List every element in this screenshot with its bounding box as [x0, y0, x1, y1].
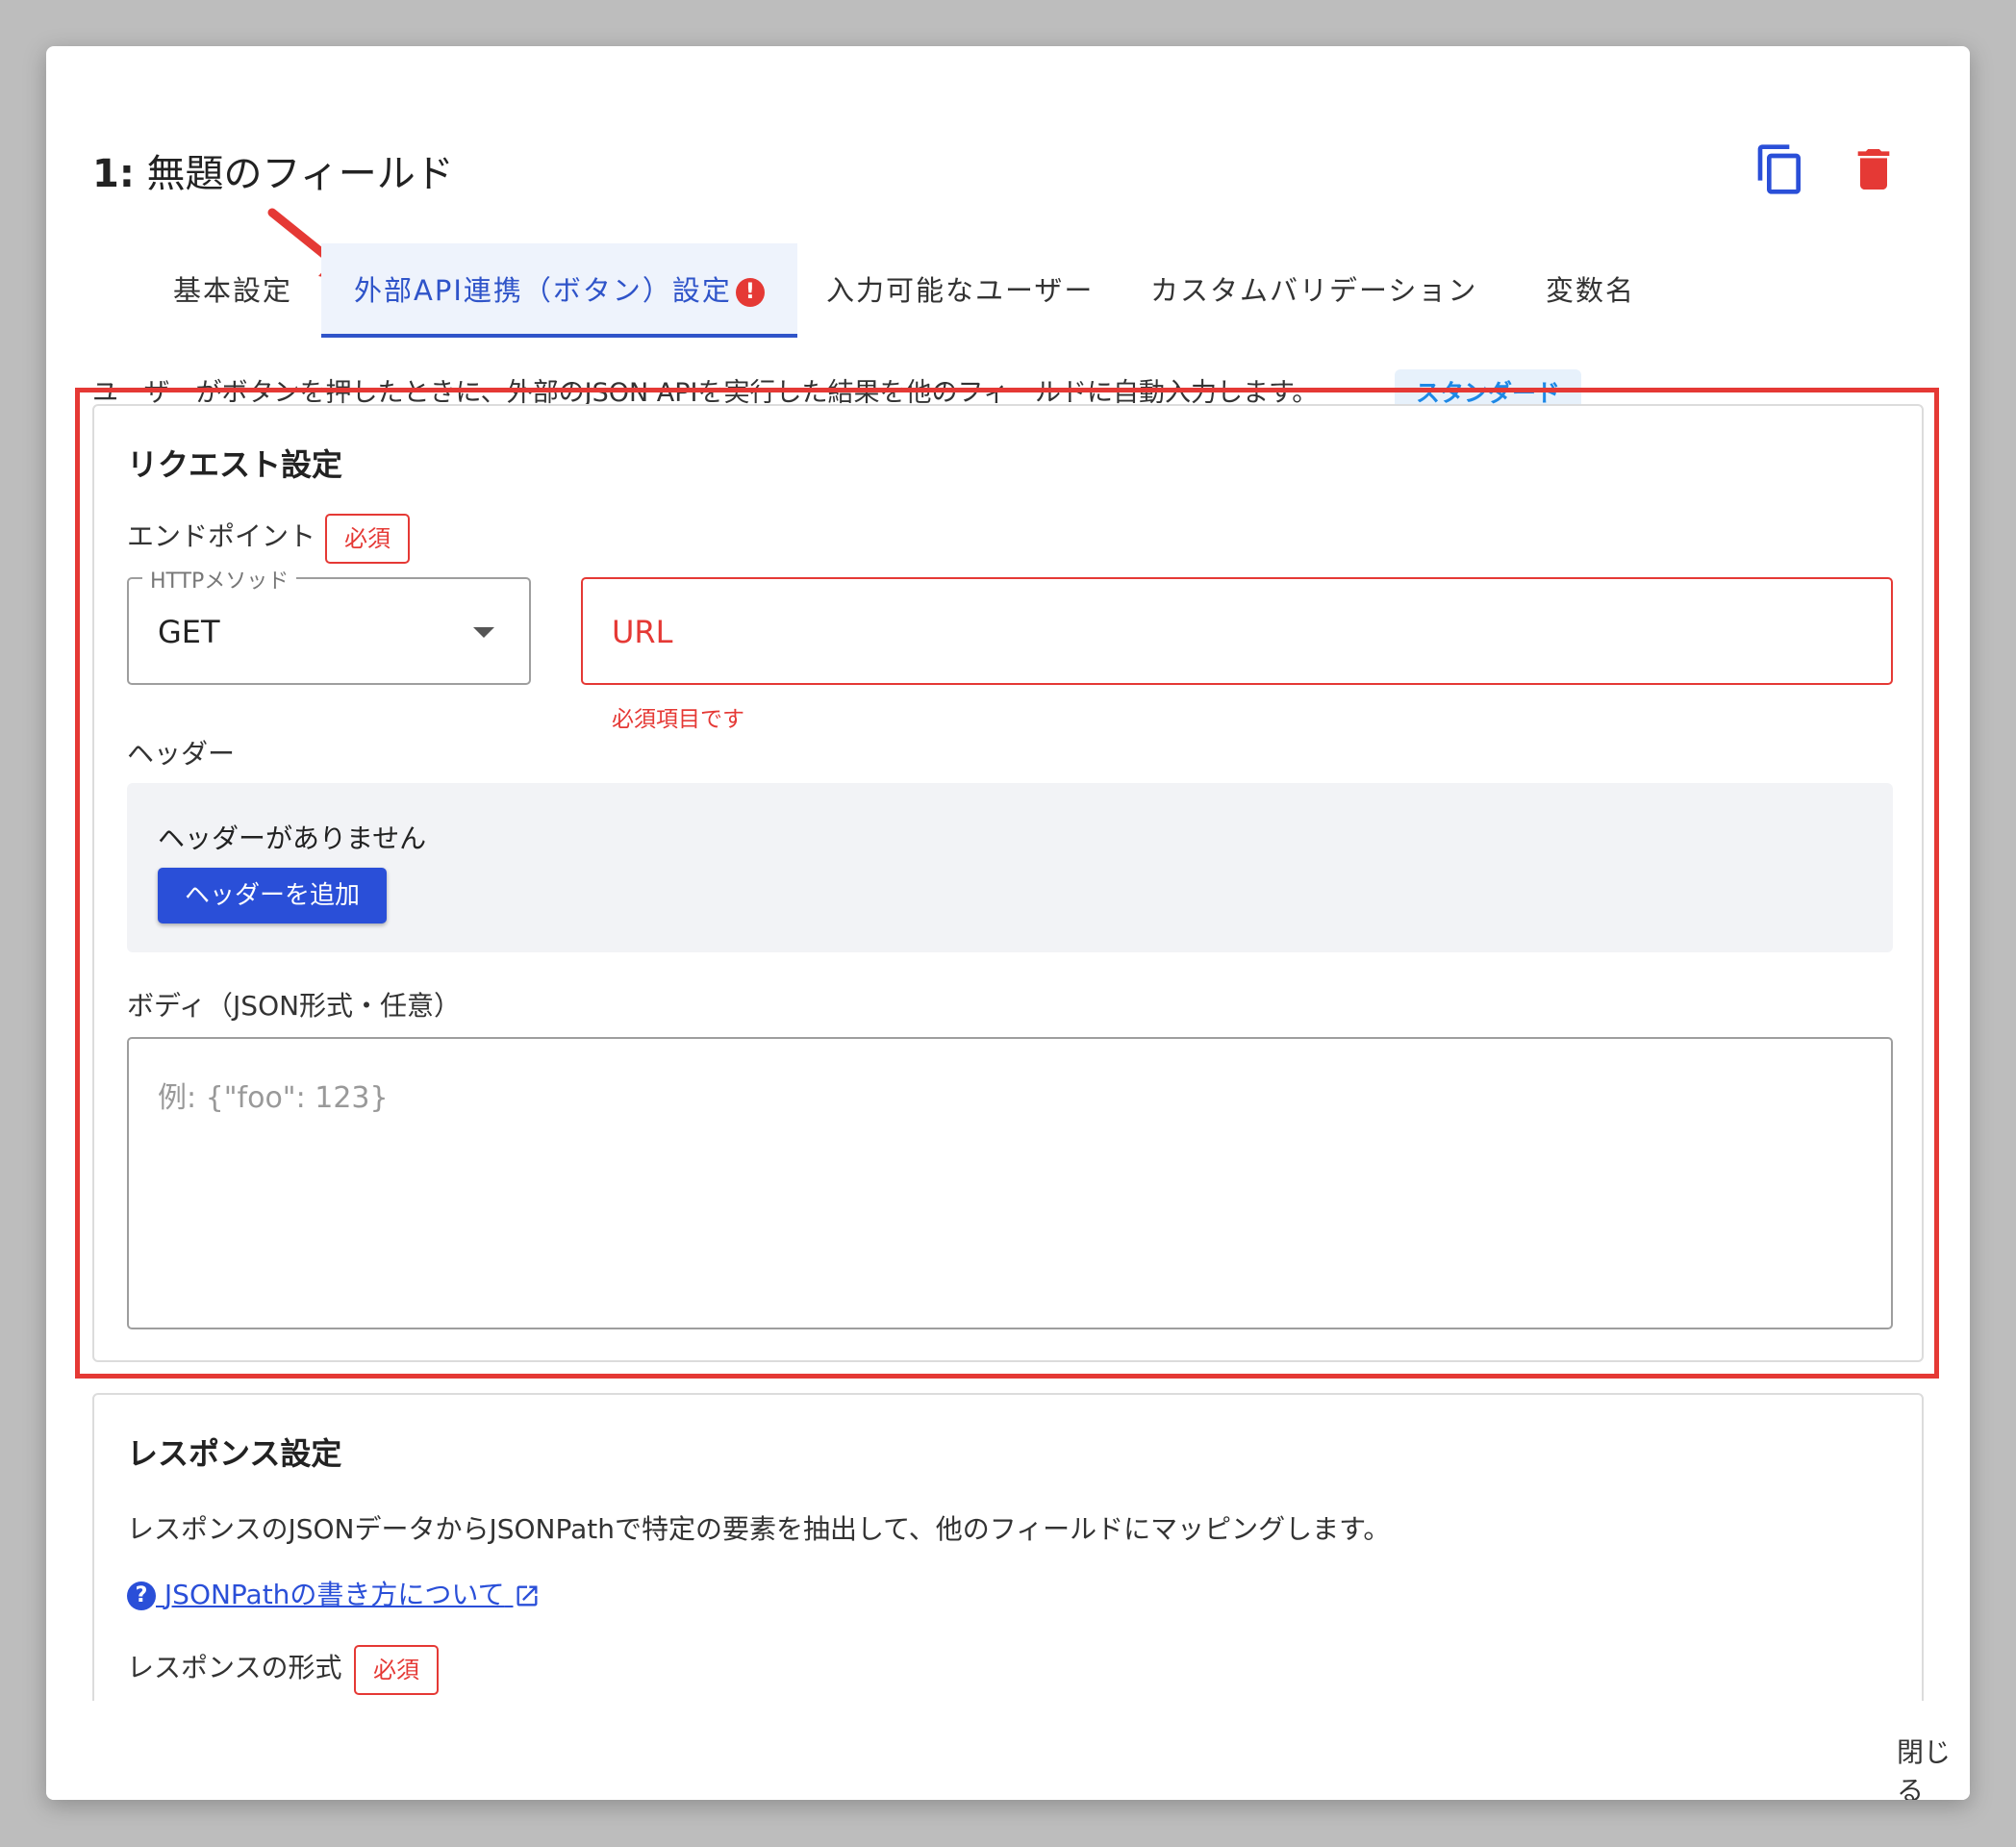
tab-label: 外部API連携（ボタン）設定: [354, 274, 732, 307]
chevron-down-icon: [473, 627, 494, 638]
external-link-icon: [517, 1585, 537, 1607]
trash-icon[interactable]: [1847, 142, 1901, 196]
close-button[interactable]: 閉じる: [1897, 1732, 1970, 1800]
body-placeholder: 例: {"foo": 123}: [158, 1081, 389, 1115]
response-format-label: レスポンスの形式: [127, 1652, 342, 1683]
jsonpath-help-link[interactable]: ? JSONPathの書き方について: [127, 1574, 541, 1612]
url-error-text: 必須項目です: [612, 707, 744, 732]
title-text: 無題のフィールド: [146, 152, 454, 196]
http-method-value: GET: [158, 614, 220, 650]
copy-icon[interactable]: [1753, 142, 1807, 196]
required-badge: 必須: [354, 1645, 439, 1695]
request-settings-title: リクエスト設定: [127, 446, 343, 483]
error-icon: !: [735, 278, 765, 307]
http-method-select[interactable]: HTTPメソッド GET: [127, 564, 531, 685]
tab-label: 変数名: [1546, 274, 1636, 307]
headers-empty-text: ヘッダーがありません: [158, 822, 427, 854]
required-badge: 必須: [325, 514, 410, 564]
tab-label: 入力可能なユーザー: [826, 274, 1095, 307]
dialog-footer: [46, 1701, 1970, 1800]
tab-label: カスタムバリデーション: [1150, 274, 1478, 307]
field-settings-dialog: 1: 無題のフィールド 基本設定 外部API連携（ボタン）設定! 入力可能なユー…: [46, 46, 1970, 1800]
headers-panel: ヘッダーがありません ヘッダーを追加: [127, 783, 1893, 952]
add-header-button[interactable]: ヘッダーを追加: [158, 868, 388, 924]
dialog-title: 1: 無題のフィールド: [92, 142, 454, 198]
tab-input-users[interactable]: 入力可能なユーザー: [826, 243, 1094, 338]
headers-label: ヘッダー: [127, 738, 236, 770]
tab-variable-name[interactable]: 変数名: [1546, 243, 1635, 338]
body-label: ボディ（JSON形式・任意）: [127, 990, 462, 1022]
help-icon: ?: [127, 1581, 156, 1610]
title-number: 1:: [92, 152, 135, 196]
request-settings-card: リクエスト設定 エンドポイント 必須 HTTPメソッド GET URL 必須項目…: [92, 404, 1924, 1362]
tab-label: 基本設定: [173, 274, 293, 307]
response-description: レスポンスのJSONデータからJSONPathで特定の要素を抽出して、他のフィー…: [127, 1513, 1391, 1545]
endpoint-label: エンドポイント: [127, 520, 316, 552]
body-textarea[interactable]: 例: {"foo": 123}: [127, 1037, 1893, 1329]
tab-external-api[interactable]: 外部API連携（ボタン）設定!: [321, 243, 797, 338]
tab-basic-settings[interactable]: 基本設定: [173, 243, 292, 338]
url-placeholder: URL: [612, 614, 673, 650]
http-method-legend: HTTPメソッド: [142, 564, 297, 595]
help-link-text: JSONPathの書き方について: [164, 1579, 505, 1610]
tab-custom-validation[interactable]: カスタムバリデーション: [1150, 243, 1477, 338]
response-settings-title: レスポンス設定: [127, 1435, 342, 1472]
url-input[interactable]: URL: [581, 577, 1893, 685]
